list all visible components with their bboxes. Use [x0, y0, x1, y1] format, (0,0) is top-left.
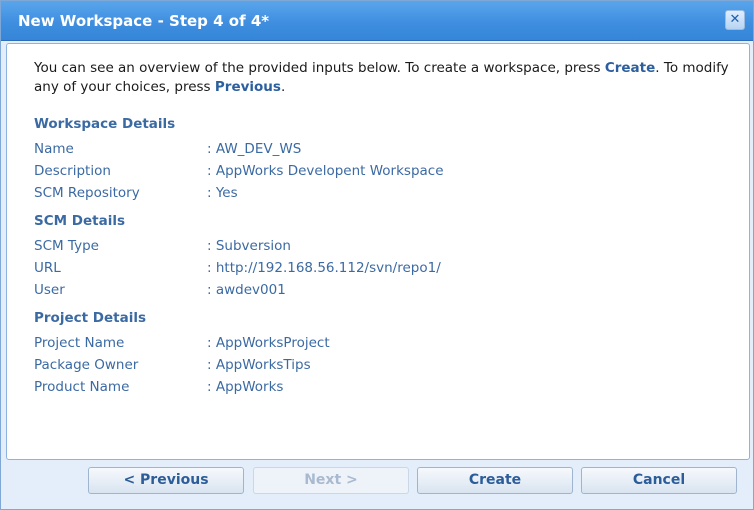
scm-repository-value: : Yes	[207, 185, 238, 201]
intro-previous-keyword: Previous	[214, 79, 281, 95]
project-details-heading: Project Details	[34, 310, 146, 326]
workspace-description-value: : AppWorks Developent Workspace	[207, 163, 444, 179]
intro-text-part3: .	[280, 79, 286, 95]
next-button[interactable]: Next >	[253, 467, 409, 494]
new-workspace-dialog: New Workspace - Step 4 of 4* ✕ You can s…	[0, 0, 754, 510]
close-icon[interactable]: ✕	[725, 10, 745, 30]
previous-button[interactable]: < Previous	[88, 467, 244, 494]
dialog-title: New Workspace - Step 4 of 4*	[18, 12, 270, 30]
workspace-details-heading: Workspace Details	[34, 116, 176, 132]
scm-user-label: User	[34, 282, 65, 298]
scm-details-heading: SCM Details	[34, 213, 125, 229]
package-owner-value: : AppWorksTips	[207, 357, 311, 373]
workspace-name-label: Name	[34, 141, 74, 157]
scm-repository-label: SCM Repository	[34, 185, 140, 201]
package-owner-label: Package Owner	[34, 357, 139, 373]
product-name-value: : AppWorks	[207, 379, 284, 395]
project-name-label: Project Name	[34, 335, 125, 351]
scm-url-value: : http://192.168.56.112/svn/repo1/	[207, 260, 441, 276]
scm-user-value: : awdev001	[207, 282, 286, 298]
create-button[interactable]: Create	[417, 467, 573, 494]
intro-create-keyword: Create	[604, 60, 656, 76]
workspace-description-label: Description	[34, 163, 111, 179]
scm-url-label: URL	[34, 260, 61, 276]
scm-type-label: SCM Type	[34, 238, 99, 254]
dialog-titlebar[interactable]: New Workspace - Step 4 of 4* ✕	[1, 1, 753, 41]
intro-text-part1: You can see an overview of the provided …	[34, 60, 605, 76]
cancel-button[interactable]: Cancel	[581, 467, 737, 494]
scm-type-value: : Subversion	[207, 238, 291, 254]
intro-text: You can see an overview of the provided …	[34, 59, 734, 97]
project-name-value: : AppWorksProject	[207, 335, 330, 351]
summary-panel: You can see an overview of the provided …	[6, 43, 750, 460]
product-name-label: Product Name	[34, 379, 130, 395]
workspace-name-value: : AW_DEV_WS	[207, 141, 302, 157]
